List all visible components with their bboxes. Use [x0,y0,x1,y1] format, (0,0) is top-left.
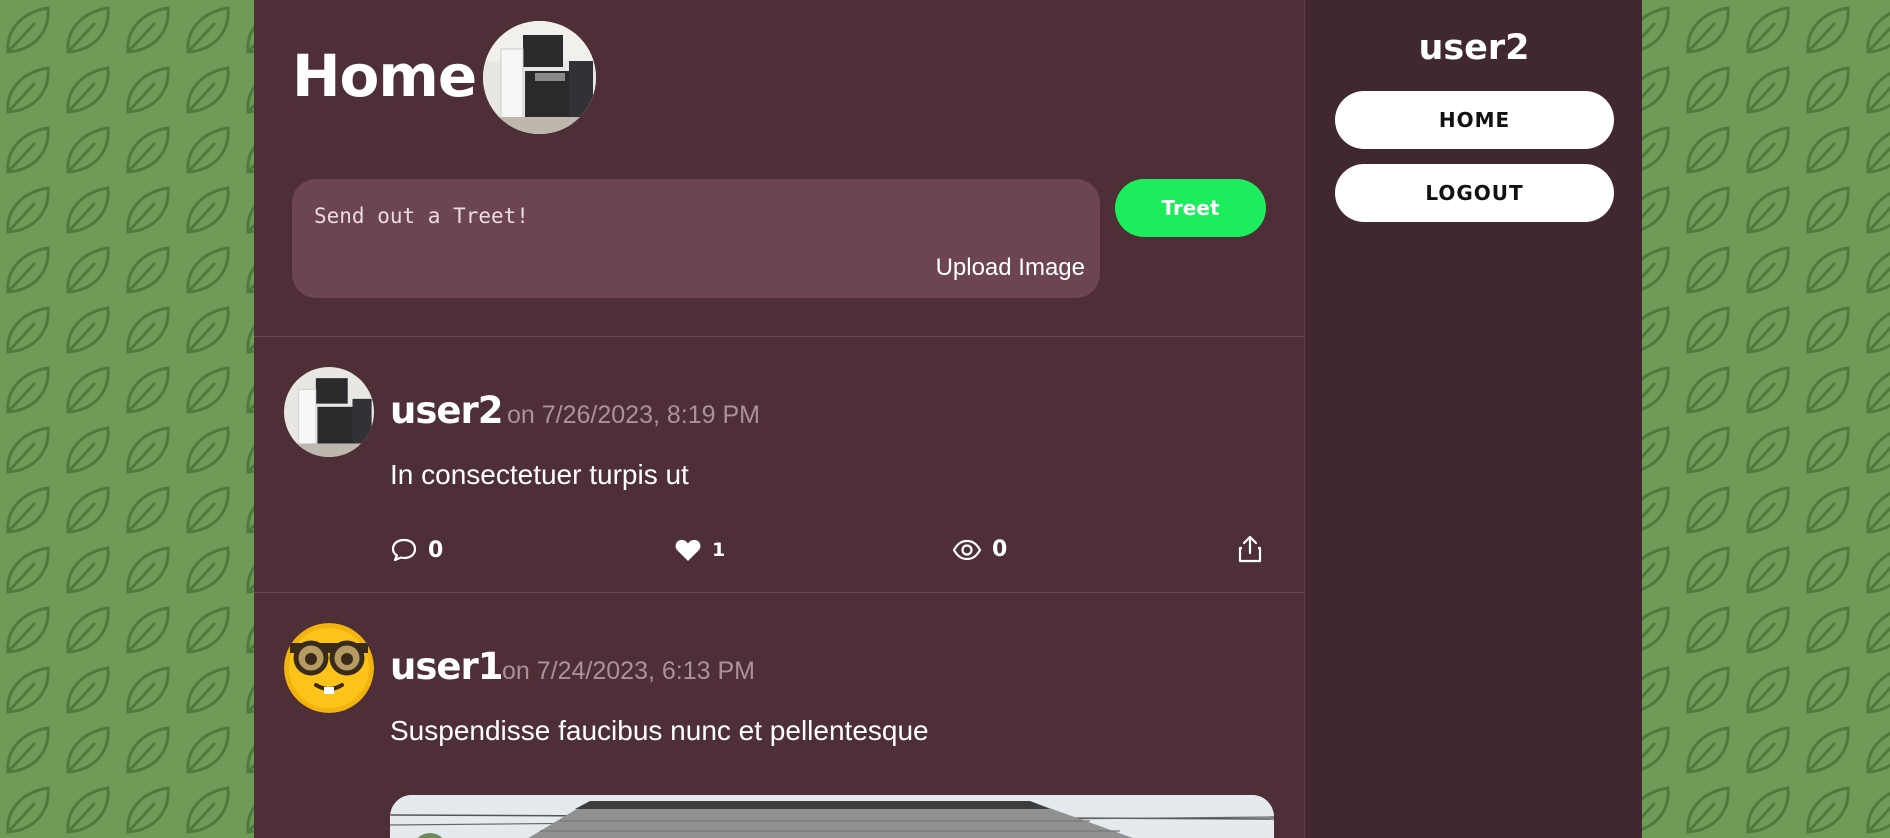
post-text: Suspendisse faucibus nunc et pellentesqu… [390,715,929,746]
post-text: In consectetuer turpis ut [390,459,689,490]
share-button[interactable] [1238,535,1262,563]
post-date: on 7/26/2023, 8:19 PM [507,401,760,429]
sidebar-username: user2 [1418,28,1530,68]
views-indicator: 0 [952,537,1007,562]
share-icon [1238,535,1262,563]
post-username[interactable]: user2 [390,389,503,432]
profile-avatar[interactable] [483,21,596,134]
main-feed: Home Upload Image Treet [254,0,1304,838]
kitchen-photo-icon [483,21,596,134]
post-avatar[interactable] [284,623,374,713]
nerd-face-emoji-icon [284,623,374,713]
comment-icon [391,538,417,562]
eye-icon [952,539,982,560]
page-title: Home [292,42,477,110]
treet-input[interactable] [314,201,1074,231]
nav-logout-button[interactable]: LOGOUT [1335,164,1614,222]
heart-icon [675,539,701,561]
treet-button[interactable]: Treet [1115,179,1266,237]
view-count: 0 [992,537,1008,562]
post-username[interactable]: user1 [390,645,503,688]
like-button[interactable]: 1 [674,537,725,563]
house-photo-icon [390,795,1274,838]
comment-count: 0 [428,537,444,563]
post-item: user1 on 7/24/2023, 6:13 PM Suspendisse … [254,593,1304,838]
nav-home-button[interactable]: HOME [1335,91,1614,149]
post-date: on 7/24/2023, 6:13 PM [502,657,755,685]
post-image[interactable] [390,795,1274,838]
compose-section: Home Upload Image Treet [254,0,1304,337]
sidebar: user2 HOME LOGOUT [1304,0,1642,838]
post-item: user2 on 7/26/2023, 8:19 PM In consectet… [254,337,1304,593]
like-count: 1 [712,539,726,561]
compose-box: Upload Image [292,179,1100,298]
comment-button[interactable]: 0 [390,537,443,563]
kitchen-photo-icon [284,367,374,457]
post-avatar[interactable] [284,367,374,457]
upload-image-button[interactable]: Upload Image [936,254,1085,282]
